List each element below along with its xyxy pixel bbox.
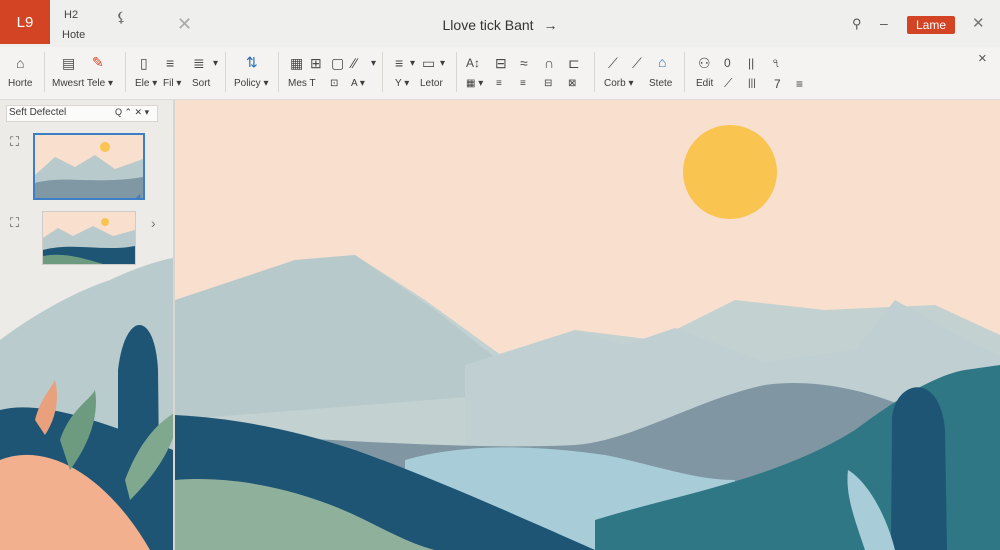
letter-button[interactable]: Letor [420, 78, 443, 89]
chevron-down-icon[interactable]: ▾ [371, 58, 376, 69]
panel-header-title: Seft Defectel [9, 107, 67, 118]
table-dropdown[interactable]: ▦ ▾ [466, 78, 483, 89]
share-button[interactable]: Lame [907, 16, 955, 34]
picture-icon[interactable]: ⊡ [330, 78, 338, 89]
box-icon[interactable]: ⊟ [495, 56, 507, 70]
pencil-icon[interactable]: ⟋ [724, 76, 732, 91]
ribbon-separator [684, 52, 685, 92]
ele-dropdown[interactable]: Ele ▾ [135, 78, 157, 89]
slide-2-icon: ⛶ [10, 215, 20, 230]
number-icon[interactable]: 7 [774, 77, 781, 91]
shape-home-icon[interactable]: ⌂ [658, 55, 666, 69]
user-icon[interactable]: ⚇ [698, 56, 711, 70]
fil-dropdown[interactable]: Fil ▾ [163, 78, 181, 89]
arch-icon[interactable]: ∩ [544, 56, 554, 70]
sort-button[interactable]: Sort [192, 78, 210, 89]
ribbon-close-icon[interactable]: × [978, 50, 987, 67]
bars-icon[interactable]: ||| [748, 78, 756, 89]
new-file-icon[interactable]: ▯ [140, 56, 148, 70]
corb-dropdown[interactable]: Corb ▾ [604, 78, 633, 89]
menu-icon[interactable]: ≡ [796, 77, 803, 91]
ribbon-separator [125, 52, 126, 92]
list-icon[interactable]: ≡ [166, 56, 174, 70]
slide-2-preview [43, 218, 135, 264]
policy-dropdown[interactable]: Policy ▾ [234, 78, 268, 89]
pin-icon[interactable]: ⚲ [852, 16, 862, 32]
expand-arrow-icon[interactable]: › [151, 215, 156, 231]
frame-icon[interactable]: ▭ [422, 56, 435, 70]
insert-icon[interactable]: ▤ [62, 56, 75, 70]
dark-tree-shape [891, 387, 947, 550]
document-title: Llove tick Bant → [0, 17, 1000, 33]
slide-thumbnail-2[interactable] [42, 211, 136, 265]
policy-icon[interactable]: ⇅ [246, 55, 258, 69]
panel-header-controls[interactable]: Q ⌃ ✕ ▾ [115, 107, 149, 118]
ribbon-separator [44, 52, 45, 92]
slide-1-icon: ⛶ [10, 134, 20, 149]
insert-label[interactable]: Mwesrt Tele ▾ [52, 78, 113, 89]
justify-icon[interactable]: ≡ [520, 78, 526, 89]
ribbon-separator [278, 52, 279, 92]
chevron-down-icon[interactable]: ▾ [213, 58, 218, 69]
align-icon[interactable]: ≡ [395, 56, 403, 70]
home-label[interactable]: Horte [8, 78, 32, 89]
panel-background-landscape [0, 258, 173, 550]
bracket-icon[interactable]: ⊏ [568, 56, 580, 70]
panel-header: Seft Defectel Q ⌃ ✕ ▾ [6, 105, 158, 122]
split-icon[interactable]: ⊟ [544, 78, 552, 89]
slide-canvas[interactable] [175, 100, 1000, 550]
sun-shape [683, 125, 777, 219]
ribbon-separator [382, 52, 383, 92]
title-arrow-icon: → [543, 17, 558, 33]
layout-icon[interactable]: ⊠ [568, 78, 576, 89]
paragraph-icon[interactable]: ≣ [193, 56, 205, 70]
edit-button[interactable]: Edit [696, 78, 713, 89]
table-icon[interactable]: ▦ [290, 56, 303, 70]
document-title-text: Llove tick Bant [442, 17, 534, 33]
window-close-icon[interactable]: ✕ [972, 14, 985, 32]
shape-icon[interactable]: ▢ [331, 56, 344, 70]
stete-button[interactable]: Stete [649, 78, 672, 89]
wave-icon[interactable]: ≈ [520, 56, 528, 70]
minimize-icon[interactable]: – [880, 15, 888, 31]
line-icon[interactable]: ⟋ [632, 56, 642, 70]
chevron-down-icon[interactable]: ▾ [440, 58, 445, 69]
font-size-icon[interactable]: A↕ [466, 56, 480, 70]
ribbon-separator [594, 52, 595, 92]
chevron-down-icon[interactable]: ▾ [410, 58, 415, 69]
zero-icon[interactable]: 0 [724, 56, 731, 70]
slash-icon[interactable]: ∕∕ [352, 56, 357, 70]
grid-icon[interactable]: ⊞ [310, 56, 322, 70]
ribbon-separator [225, 52, 226, 92]
home-icon[interactable]: ⌂ [16, 56, 24, 70]
center-align-icon[interactable]: ≡ [496, 78, 502, 89]
slide-1-preview [35, 142, 143, 198]
mes-button[interactable]: Mes T [288, 78, 316, 89]
draw-pen-icon[interactable]: ✎ [92, 55, 104, 69]
columns-icon[interactable]: || [748, 56, 754, 70]
ribbon-separator [456, 52, 457, 92]
resize-handle-icon[interactable]: ◢ [134, 192, 140, 201]
slide-thumbnail-1[interactable] [33, 133, 145, 200]
nine-icon[interactable]: ৭ [772, 56, 780, 70]
title-bar: L9 H2 Hote ⚸ ✕ Llove tick Bant → ⚲ – Lam… [0, 0, 1000, 48]
style-dropdown[interactable]: Y ▾ [395, 78, 409, 89]
brush-icon[interactable]: ⟋ [608, 56, 618, 70]
font-color-dropdown[interactable]: A ▾ [351, 78, 365, 89]
